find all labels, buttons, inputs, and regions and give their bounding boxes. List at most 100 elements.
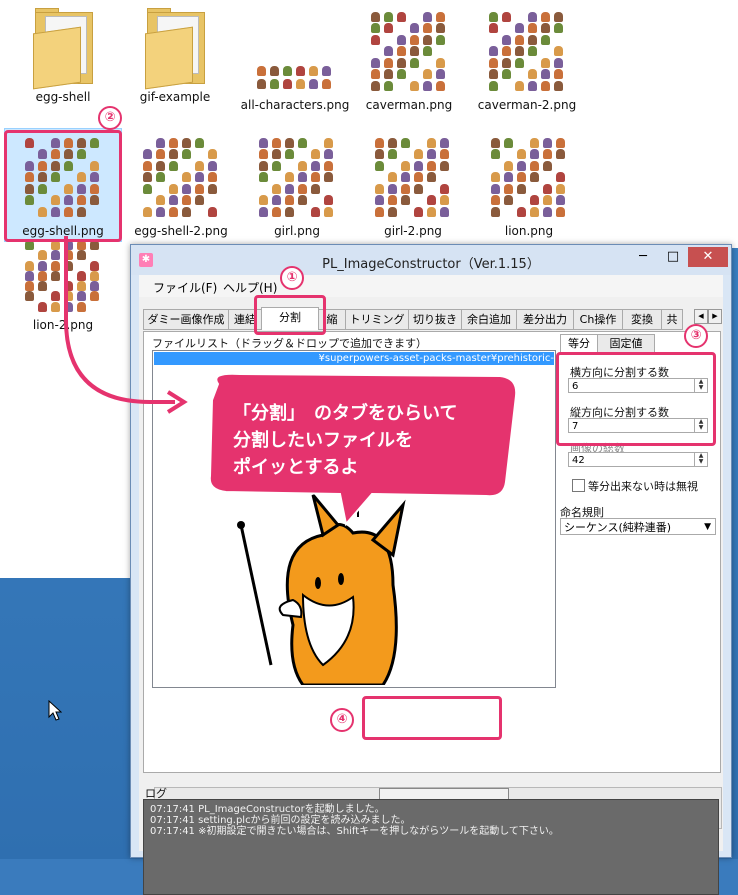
subtab-equal[interactable]: 等分 xyxy=(560,334,598,354)
file-item-lion-2[interactable]: lion-2.png xyxy=(8,238,118,333)
image-thumbnail xyxy=(371,136,455,220)
sprite-cell xyxy=(440,206,449,217)
menu-file[interactable]: ファイル(F) xyxy=(153,279,217,296)
sprite-cell xyxy=(384,12,393,22)
sprite-cell xyxy=(556,195,565,206)
sprite-cell xyxy=(491,183,500,194)
sprite-cell xyxy=(436,23,445,34)
tab-diff-output[interactable]: 差分出力 xyxy=(516,309,574,330)
tab-convert[interactable]: 変換 xyxy=(622,309,662,330)
image-thumbnail xyxy=(255,136,339,220)
tab-crop[interactable]: 切り抜き xyxy=(408,309,462,330)
maximize-button[interactable]: □ xyxy=(658,247,688,267)
sprite-cell xyxy=(528,12,537,22)
tab-trimming[interactable]: トリミング xyxy=(345,309,409,330)
sprite-cell xyxy=(554,23,563,34)
menu-help[interactable]: ヘルプ(H) xyxy=(223,279,277,296)
file-name: egg-shell-2.png xyxy=(134,224,228,238)
file-name: egg-shell xyxy=(35,90,91,104)
naming-rule-select[interactable]: シーケンス(純粋連番) ▼ xyxy=(560,518,716,535)
sprite-cell xyxy=(554,12,563,22)
sprite-cell xyxy=(64,301,73,312)
sprite-cell xyxy=(528,80,537,91)
sprite-cell xyxy=(298,160,307,171)
total-count-input[interactable]: 42 ▲ ▼ xyxy=(568,452,708,467)
file-list-item[interactable]: ¥superpowers-asset-packs-master¥prehisto… xyxy=(154,352,554,365)
sprite-cell xyxy=(554,57,563,68)
sprite-cell xyxy=(530,138,539,148)
sprite-cell xyxy=(515,46,524,57)
sprite-cell xyxy=(311,172,320,183)
tab-scroll-left-icon[interactable]: ◀ xyxy=(694,309,708,324)
tab-channel[interactable]: Ch操作 xyxy=(573,309,623,330)
highlight-split-tab xyxy=(254,295,326,335)
sprite-cell xyxy=(517,206,526,217)
naming-rule-value: シーケンス(純粋連番) xyxy=(564,521,672,534)
sprite-cell xyxy=(195,138,204,148)
sprite-cell xyxy=(397,34,406,45)
mascot-right-eye xyxy=(338,573,344,585)
highlight-start-button xyxy=(362,696,502,740)
sprite-cell xyxy=(541,57,550,68)
file-item-all-characters[interactable]: all-characters.png xyxy=(240,10,350,113)
sprite-cell xyxy=(543,195,552,206)
sprite-cell xyxy=(554,69,563,80)
sprite-cell xyxy=(541,12,550,22)
sprite-cell xyxy=(414,172,423,183)
mascot-staff xyxy=(239,524,273,666)
tab-common[interactable]: 共 xyxy=(661,309,683,330)
sprite-cell xyxy=(324,172,333,183)
sprite-cell xyxy=(517,183,526,194)
image-thumbnail xyxy=(485,10,569,94)
sprite-cell xyxy=(427,206,436,217)
sprite-cell xyxy=(517,160,526,171)
ignore-checkbox[interactable] xyxy=(572,479,585,492)
sprite-cell xyxy=(541,69,550,80)
mascot-left-eye xyxy=(315,577,321,589)
sprite-cell xyxy=(195,195,204,206)
sprite-cell xyxy=(384,69,393,80)
file-item-girl[interactable]: girl.png xyxy=(242,136,352,239)
subtab-fixed[interactable]: 固定値 xyxy=(597,334,655,354)
file-item-egg-shell-folder[interactable]: egg-shell xyxy=(8,6,118,105)
bubble-line: 分割したいファイルを xyxy=(233,430,413,451)
sprite-cell xyxy=(504,195,513,206)
sprite-cell xyxy=(143,160,152,171)
file-item-caverman-2[interactable]: caverman-2.png xyxy=(472,10,582,113)
sprite-cell xyxy=(528,69,537,80)
file-item-girl-2[interactable]: girl-2.png xyxy=(358,136,468,239)
file-item-gif-example-folder[interactable]: gif-example xyxy=(120,6,230,105)
sprite-cell xyxy=(208,183,217,194)
sprite-cell xyxy=(311,183,320,194)
file-name: girl.png xyxy=(274,224,320,238)
sprite-cell xyxy=(554,46,563,57)
chevron-down-icon: ▼ xyxy=(704,522,711,532)
sprite-cell xyxy=(285,149,294,160)
tab-dummy-image[interactable]: ダミー画像作成 xyxy=(143,309,229,330)
sprite-cell xyxy=(283,66,292,76)
close-button[interactable]: ✕ xyxy=(688,247,728,267)
minimize-button[interactable]: ─ xyxy=(628,247,658,267)
file-item-caverman[interactable]: caverman.png xyxy=(354,10,464,113)
tab-strip: ダミー画像作成 連結 分割 縮 トリミング 切り抜き 余白追加 差分出力 Ch操… xyxy=(143,307,721,331)
sprite-cell xyxy=(169,183,178,194)
menu-bar: ファイル(F) ヘルプ(H) xyxy=(139,275,723,297)
mouse-cursor-icon xyxy=(48,700,62,721)
marker-4: ④ xyxy=(330,708,354,732)
sprite-cell xyxy=(491,172,500,183)
sprite-cell xyxy=(556,206,565,217)
sprite-cell xyxy=(285,206,294,217)
bubble-line: 「分割」 のタブをひらいて xyxy=(233,403,458,424)
sprite-cell xyxy=(51,291,60,302)
sprite-cell xyxy=(436,80,445,91)
sprite-cell xyxy=(502,69,511,80)
tab-margin[interactable]: 余白追加 xyxy=(461,309,517,330)
log-area[interactable]: 07:17:41 PL_ImageConstructorを起動しました。 07:… xyxy=(143,799,719,895)
folder-icon xyxy=(143,6,207,90)
sprite-cell xyxy=(156,172,165,183)
file-item-egg-shell-2[interactable]: egg-shell-2.png xyxy=(126,136,236,239)
spinner-arrows-icon[interactable]: ▲ ▼ xyxy=(694,453,707,466)
file-item-lion[interactable]: lion.png xyxy=(474,136,584,239)
title-bar[interactable]: ✱ PL_ImageConstructor（Ver.1.15） ─ □ ✕ xyxy=(131,245,731,275)
tab-scroll-right-icon[interactable]: ▶ xyxy=(708,309,722,324)
